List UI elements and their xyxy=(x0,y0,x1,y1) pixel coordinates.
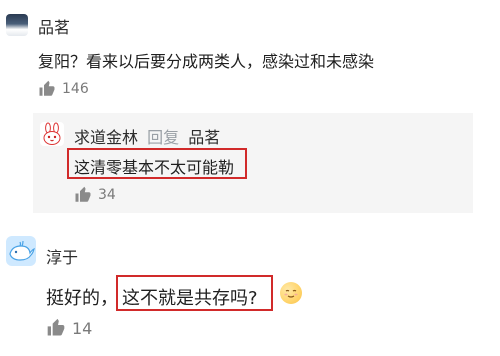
comment-text: 复阳？看来以后要分成两类人，感染过和未感染 xyxy=(38,52,375,71)
smiling-face-emoji xyxy=(280,282,302,304)
highlighted-text: 这不就是共存吗? xyxy=(122,288,258,309)
comment-username[interactable]: 淳于 xyxy=(46,244,78,268)
thumbs-up-icon xyxy=(74,186,92,204)
reply-target-username[interactable]: 品茗 xyxy=(188,128,220,147)
rabbit-icon xyxy=(43,122,61,145)
avatar[interactable] xyxy=(6,14,28,36)
comment-username[interactable]: 品茗 xyxy=(38,14,70,38)
like-button[interactable]: 14 xyxy=(46,318,92,338)
avatar[interactable] xyxy=(40,122,64,146)
thumbs-up-icon xyxy=(46,318,66,338)
like-count: 14 xyxy=(72,318,93,338)
reply-header: 求道金林 回复 品茗 xyxy=(74,124,220,148)
reply-username[interactable]: 求道金林 xyxy=(74,128,138,147)
thumbs-up-icon xyxy=(38,80,56,98)
comment-text: 挺好的， xyxy=(46,288,118,309)
like-button[interactable]: 34 xyxy=(74,186,116,204)
whale-icon xyxy=(9,240,35,261)
like-button[interactable]: 146 xyxy=(38,80,89,98)
avatar[interactable] xyxy=(6,236,36,266)
reply-text: 这清零基本不太可能勒 xyxy=(74,158,235,177)
like-count: 34 xyxy=(98,187,116,203)
reply-label: 回复 xyxy=(147,128,180,147)
like-count: 146 xyxy=(62,81,89,97)
emoji-icon xyxy=(280,282,302,304)
